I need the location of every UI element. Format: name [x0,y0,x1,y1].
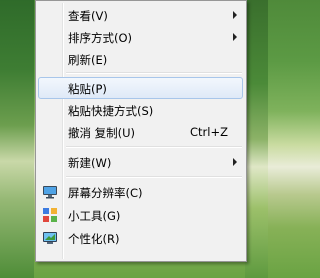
menu-item-label: 粘贴快捷方式(S) [68,104,154,118]
menu-item-gadgets[interactable]: 小工具(G) [38,204,243,226]
monitor-icon [42,184,58,200]
menu-separator [66,176,242,178]
menu-item-label: 查看(V) [68,9,108,23]
desktop-context-menu: 查看(V) 排序方式(O) 刷新(E) 粘贴(P) 粘贴快捷方式(S) 撤消 复… [35,0,247,262]
menu-item-label: 屏幕分辨率(C) [68,186,143,200]
menu-item-new[interactable]: 新建(W) [38,151,243,173]
menu-item-shortcut: Ctrl+Z [190,125,228,139]
menu-item-label: 刷新(E) [68,53,108,67]
menu-item-sort-by[interactable]: 排序方式(O) [38,26,243,48]
menu-item-label: 粘贴(P) [68,82,107,96]
menu-item-view[interactable]: 查看(V) [38,4,243,26]
menu-item-label: 排序方式(O) [68,31,133,45]
desktop-wallpaper-right [245,0,268,278]
menu-item-label: 个性化(R) [68,232,120,246]
submenu-arrow-icon [233,158,237,166]
menu-separator [66,146,242,148]
menu-item-refresh[interactable]: 刷新(E) [38,48,243,70]
menu-item-undo-copy[interactable]: 撤消 复制(U) Ctrl+Z [38,121,243,143]
menu-item-paste[interactable]: 粘贴(P) [38,77,243,99]
menu-item-screen-resolution[interactable]: 屏幕分辨率(C) [38,181,243,203]
gadgets-icon [42,207,58,223]
submenu-arrow-icon [233,33,237,41]
submenu-arrow-icon [233,11,237,19]
desktop-wallpaper-left [0,0,34,278]
menu-item-paste-shortcut[interactable]: 粘贴快捷方式(S) [38,99,243,121]
personalize-icon [42,230,58,246]
menu-item-label: 小工具(G) [68,209,121,223]
menu-item-label: 新建(W) [68,156,112,170]
menu-item-label: 撤消 复制(U) [68,126,136,140]
menu-separator [66,72,242,74]
menu-item-personalize[interactable]: 个性化(R) [38,227,243,249]
